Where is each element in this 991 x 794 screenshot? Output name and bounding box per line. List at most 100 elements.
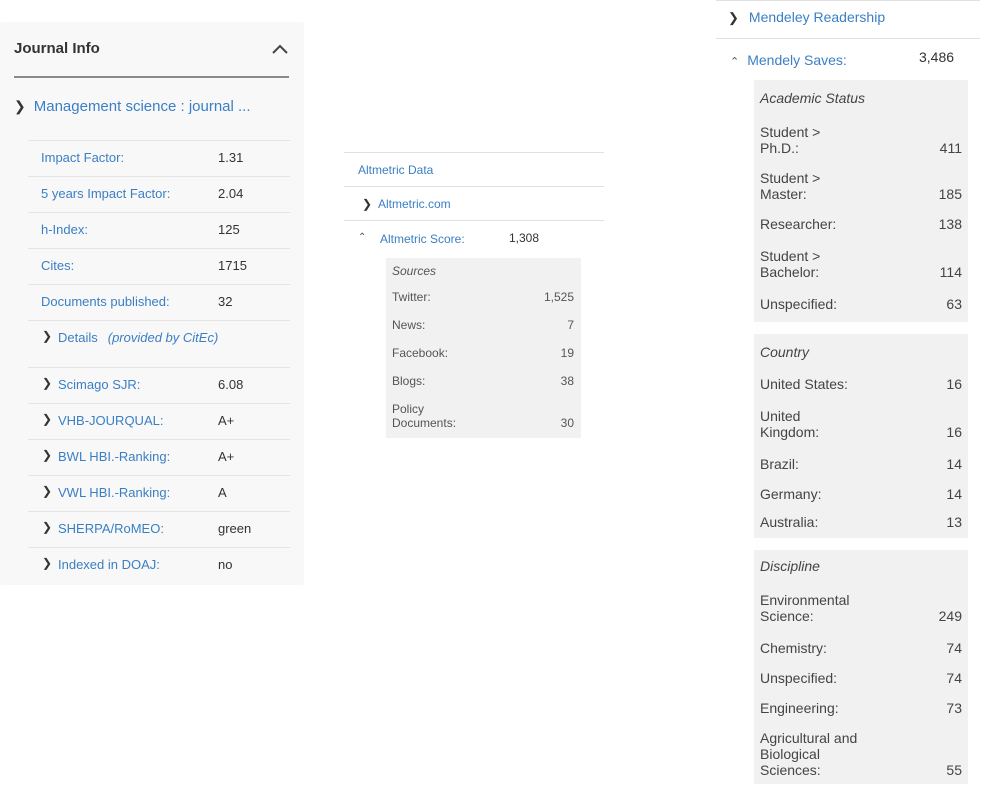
chevron-right-icon: ❯ [42,448,53,462]
altmetric-score-label[interactable]: Altmetric Score: [380,232,465,246]
ranking-label[interactable]: VWL HBI.-Ranking: [58,485,170,500]
metric-row-5y-impact-factor: 5 years Impact Factor: 2.04 [28,176,290,212]
row-label-line2: Bachelor: [760,264,820,280]
chevron-right-icon: ❯ [362,197,373,211]
academic-row: Student > Ph.D.: 411 [760,120,962,156]
row-value: 14 [946,486,962,502]
mendeley-readership-row[interactable]: ❯ Mendeley Readership [728,9,885,26]
country-row: United States: 16 [760,372,962,392]
ranking-value: 6.08 [218,377,244,392]
ranking-label[interactable]: VHB-JOURQUAL: [58,413,163,428]
metric-value: 1715 [218,258,247,273]
journal-metrics-table: Impact Factor: 1.31 5 years Impact Facto… [28,140,290,583]
chevron-right-icon: ❯ [42,376,53,390]
mendeley-saves-value: 3,486 [919,49,955,65]
source-label: News: [392,318,426,332]
ranking-value: A+ [218,413,235,428]
ranking-label[interactable]: Scimago SJR: [58,377,140,392]
country-title: Country [760,344,810,360]
discipline-row: Engineering: 73 [760,696,962,716]
row-label: United Kingdom: [760,408,819,440]
row-label-line2: Sciences: [760,762,821,778]
source-row-policy: Policy Documents: 30 [392,402,574,432]
altmetric-score-row[interactable]: ⌃ Altmetric Score: 1,308 [344,220,604,254]
source-value: 30 [560,416,574,430]
row-value: 114 [939,264,962,280]
ranking-label[interactable]: SHERPA/RoMEO: [58,521,164,536]
journal-info-header[interactable]: Journal Info [14,40,289,78]
row-label-line2: Ph.D.: [760,140,799,156]
row-label-line2: Science: [760,608,814,624]
country-row: Brazil: 14 [760,452,962,472]
source-label: Twitter: [392,290,431,304]
row-value: 13 [946,514,962,530]
details-label[interactable]: Details (provided by CitEc) [58,330,218,345]
row-label: Student > Master: [760,170,820,202]
metric-label[interactable]: Impact Factor: [41,150,124,165]
country-box: Country United States: 16 United Kingdom:… [754,334,968,538]
mendeley-saves-row[interactable]: ⌃ Mendely Saves: [730,52,847,68]
altmetric-score-value: 1,308 [509,231,540,245]
source-label-line1: Policy [392,402,425,416]
row-label-line1: Student > [760,248,821,264]
discipline-title: Discipline [760,558,820,574]
row-value: 74 [946,640,962,656]
metric-row-impact-factor: Impact Factor: 1.31 [28,140,290,176]
country-row: Australia: 13 [760,510,962,530]
altmetric-source-link[interactable]: Altmetric.com [378,197,451,211]
altmetric-panel: Altmetric Data ❯ Altmetric.com ⌃ Altmetr… [344,152,604,438]
row-value: 74 [946,670,962,686]
discipline-row: Agricultural and Biological Sciences: 55 [760,728,962,778]
mendeley-panel: ❯ Mendeley Readership ⌃ Mendely Saves: 3,4… [716,0,980,794]
divider [716,0,980,1]
row-label-line0: Agricultural and [760,730,858,746]
metric-value: 1.31 [218,150,244,165]
divider [716,38,980,39]
ranking-label[interactable]: Indexed in DOAJ: [58,557,160,572]
altmetric-source-row[interactable]: ❯ Altmetric.com [344,186,604,220]
metric-label[interactable]: h-Index: [41,222,88,237]
row-value: 14 [946,456,962,472]
row-value: 138 [938,216,962,232]
row-value: 185 [938,186,962,202]
mendeley-readership-link[interactable]: Mendeley Readership [749,9,885,25]
row-value: 411 [939,140,962,156]
chevron-up-icon[interactable] [271,42,289,56]
ranking-row-sherpa[interactable]: ❯ SHERPA/RoMEO: green [28,511,290,547]
details-row[interactable]: ❯ Details (provided by CitEc) [28,320,290,367]
source-value: 38 [560,374,574,388]
discipline-row: Unspecified: 74 [760,666,962,686]
ranking-row-scimago[interactable]: ❯ Scimago SJR: 6.08 [28,367,290,403]
row-label: Environmental Science: [760,592,850,624]
ranking-value: no [218,557,233,572]
row-label: Agricultural and Biological Sciences: [760,730,857,778]
ranking-row-vwl[interactable]: ❯ VWL HBI.-Ranking: A [28,475,290,511]
sources-title: Sources [392,264,437,278]
caret-up-icon: ⌃ [358,232,367,243]
row-value: 55 [946,762,962,778]
ranking-row-bwl[interactable]: ❯ BWL HBI.-Ranking: A+ [28,439,290,475]
chevron-right-icon: ❯ [14,98,26,114]
metric-label[interactable]: 5 years Impact Factor: [41,186,170,201]
row-value: 16 [946,376,962,392]
chevron-right-icon: ❯ [42,556,53,570]
journal-info-title: Journal Info [14,40,100,57]
ranking-value: A+ [218,449,235,464]
academic-status-title: Academic Status [760,90,866,106]
metric-label[interactable]: Cites: [41,258,74,273]
row-label-line1: Environmental [760,592,850,608]
journal-series-link[interactable]: ❯ Management science : journal ... [14,98,251,115]
chevron-right-icon: ❯ [42,329,53,343]
discipline-box: Discipline Environmental Science: 249 Che… [754,550,968,784]
ranking-row-vhb[interactable]: ❯ VHB-JOURQUAL: A+ [28,403,290,439]
mendeley-saves-label[interactable]: Mendely Saves: [747,52,847,68]
metric-label[interactable]: Documents published: [41,294,170,309]
academic-row: Unspecified: 63 [760,292,962,312]
academic-row: Student > Bachelor: 114 [760,244,962,280]
altmetric-header: Altmetric Data [344,152,604,186]
academic-status-box: Academic Status Student > Ph.D.: 411 Stud… [754,80,968,322]
details-note: (provided by CitEc) [107,330,219,345]
ranking-row-doaj[interactable]: ❯ Indexed in DOAJ: no [28,547,290,583]
metric-row-documents-published: Documents published: 32 [28,284,290,320]
ranking-label[interactable]: BWL HBI.-Ranking: [58,449,170,464]
